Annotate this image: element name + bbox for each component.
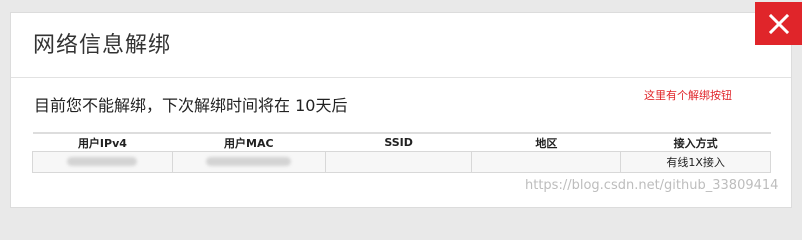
watermark-text: https://blog.csdn.net/github_33809414	[525, 178, 779, 193]
header-ipv4: 用户IPv4	[32, 132, 173, 152]
cell-access: 有线1X接入	[620, 151, 771, 173]
cell-ssid	[324, 151, 473, 173]
cell-ipv4	[32, 151, 173, 173]
cell-mac	[171, 151, 326, 173]
close-icon	[768, 13, 789, 34]
header-region: 地区	[471, 132, 621, 152]
header-ssid: SSID	[325, 132, 472, 152]
network-info-table: 用户IPv4 用户MAC SSID 地区 接入方式 有线1X接入	[32, 132, 771, 173]
table-row: 有线1X接入	[32, 151, 771, 173]
dialog-title: 网络信息解绑	[33, 33, 172, 58]
title-divider	[11, 77, 791, 78]
annotation-note: 这里有个解绑按钮	[644, 89, 732, 102]
header-access: 接入方式	[620, 132, 771, 152]
header-mac: 用户MAC	[172, 132, 326, 152]
unbind-message: 目前您不能解绑，下次解绑时间将在 10天后	[34, 96, 348, 115]
table-header-row: 用户IPv4 用户MAC SSID 地区 接入方式	[32, 132, 771, 152]
redacted-ipv4	[67, 156, 138, 166]
cell-region	[471, 151, 622, 173]
redacted-mac	[206, 156, 292, 166]
close-button[interactable]	[755, 2, 802, 45]
